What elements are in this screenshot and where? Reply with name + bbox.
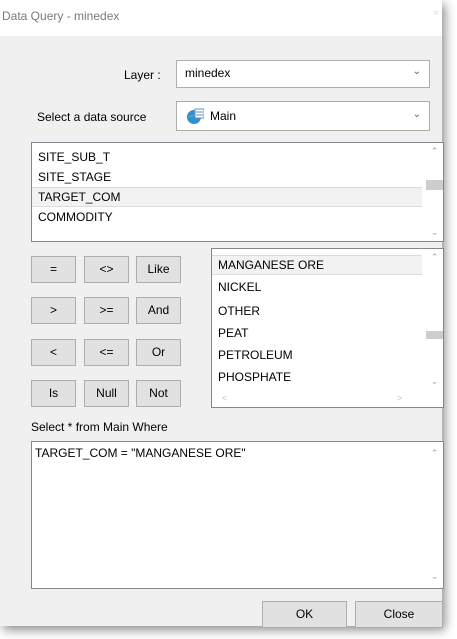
less-than-button[interactable]: < [31, 339, 76, 366]
not-button[interactable]: Not [136, 380, 181, 407]
data-source-value: Main [210, 109, 237, 123]
scroll-down-icon[interactable]: ⌄ [426, 568, 443, 585]
greater-equal-button[interactable]: >= [84, 297, 129, 324]
scroll-left-icon[interactable]: < [216, 390, 233, 407]
data-source-label: Select a data source [37, 110, 147, 124]
layer-combobox[interactable]: minedex ⌄ [176, 60, 430, 88]
chevron-down-icon: ⌄ [412, 66, 421, 77]
horizontal-scrollbar[interactable]: < > [212, 390, 426, 407]
like-button[interactable]: Like [136, 256, 181, 283]
list-item[interactable]: PEAT [212, 323, 248, 343]
query-text: TARGET_COM = "MANGANESE ORE" [35, 446, 246, 460]
or-button[interactable]: Or [136, 339, 181, 366]
equals-button[interactable]: = [31, 256, 76, 283]
greater-than-button[interactable]: > [31, 297, 76, 324]
scroll-up-icon[interactable]: ⌃ [426, 249, 443, 266]
list-item[interactable]: SITE_STAGE [32, 167, 428, 187]
data-query-dialog: Data Query - minedex × Layer : minedex ⌄… [0, 0, 444, 628]
null-button[interactable]: Null [84, 380, 129, 407]
list-item[interactable]: SITE_SUB_T [32, 147, 428, 167]
scroll-right-icon[interactable]: > [391, 390, 408, 407]
vertical-scrollbar[interactable]: ⌃ ⌄ [426, 143, 443, 241]
chevron-down-icon: ⌄ [412, 109, 421, 120]
less-equal-button[interactable]: <= [84, 339, 129, 366]
list-item[interactable]: NICKEL [212, 277, 261, 297]
list-item[interactable]: OTHER [212, 301, 260, 321]
layer-value: minedex [185, 66, 231, 80]
scroll-up-icon[interactable]: ⌃ [426, 143, 443, 160]
window-title: Data Query - minedex [2, 9, 120, 23]
list-item[interactable]: COMMODITY [32, 207, 428, 227]
data-source-combobox[interactable]: Main ⌄ [176, 101, 430, 131]
list-item[interactable]: MANGANESE ORE [212, 255, 422, 275]
vertical-scrollbar[interactable]: ⌃ ⌄ [426, 249, 443, 390]
title-bar[interactable]: Data Query - minedex × [0, 0, 442, 36]
scroll-up-icon[interactable]: ⌃ [426, 445, 443, 462]
not-equal-button[interactable]: <> [84, 256, 129, 283]
list-item[interactable]: PHOSPHATE [212, 367, 291, 381]
fields-list[interactable]: SITE_SUB_T SITE_STAGE TARGET_COM COMMODI… [31, 142, 444, 242]
ok-button[interactable]: OK [262, 601, 347, 628]
list-item[interactable]: TARGET_COM [32, 187, 422, 207]
scroll-down-icon[interactable]: ⌄ [426, 373, 443, 390]
close-icon[interactable]: × [430, 0, 442, 30]
vertical-scrollbar[interactable]: ⌃ ⌄ [426, 442, 443, 588]
values-list[interactable]: MANGANESE ORE NICKEL OTHER PEAT PETROLEU… [211, 248, 444, 408]
query-prefix-label: Select * from Main Where [31, 420, 168, 434]
query-textarea[interactable]: TARGET_COM = "MANGANESE ORE" ⌃ ⌄ [31, 441, 444, 589]
layer-label: Layer : [124, 68, 161, 82]
scroll-thumb[interactable] [426, 180, 443, 190]
scroll-down-icon[interactable]: ⌄ [426, 224, 443, 241]
scroll-thumb[interactable] [426, 331, 443, 339]
and-button[interactable]: And [136, 297, 181, 324]
close-button[interactable]: Close [355, 601, 443, 628]
list-item[interactable]: PETROLEUM [212, 345, 293, 365]
database-table-icon [186, 108, 205, 125]
is-button[interactable]: Is [31, 380, 76, 407]
